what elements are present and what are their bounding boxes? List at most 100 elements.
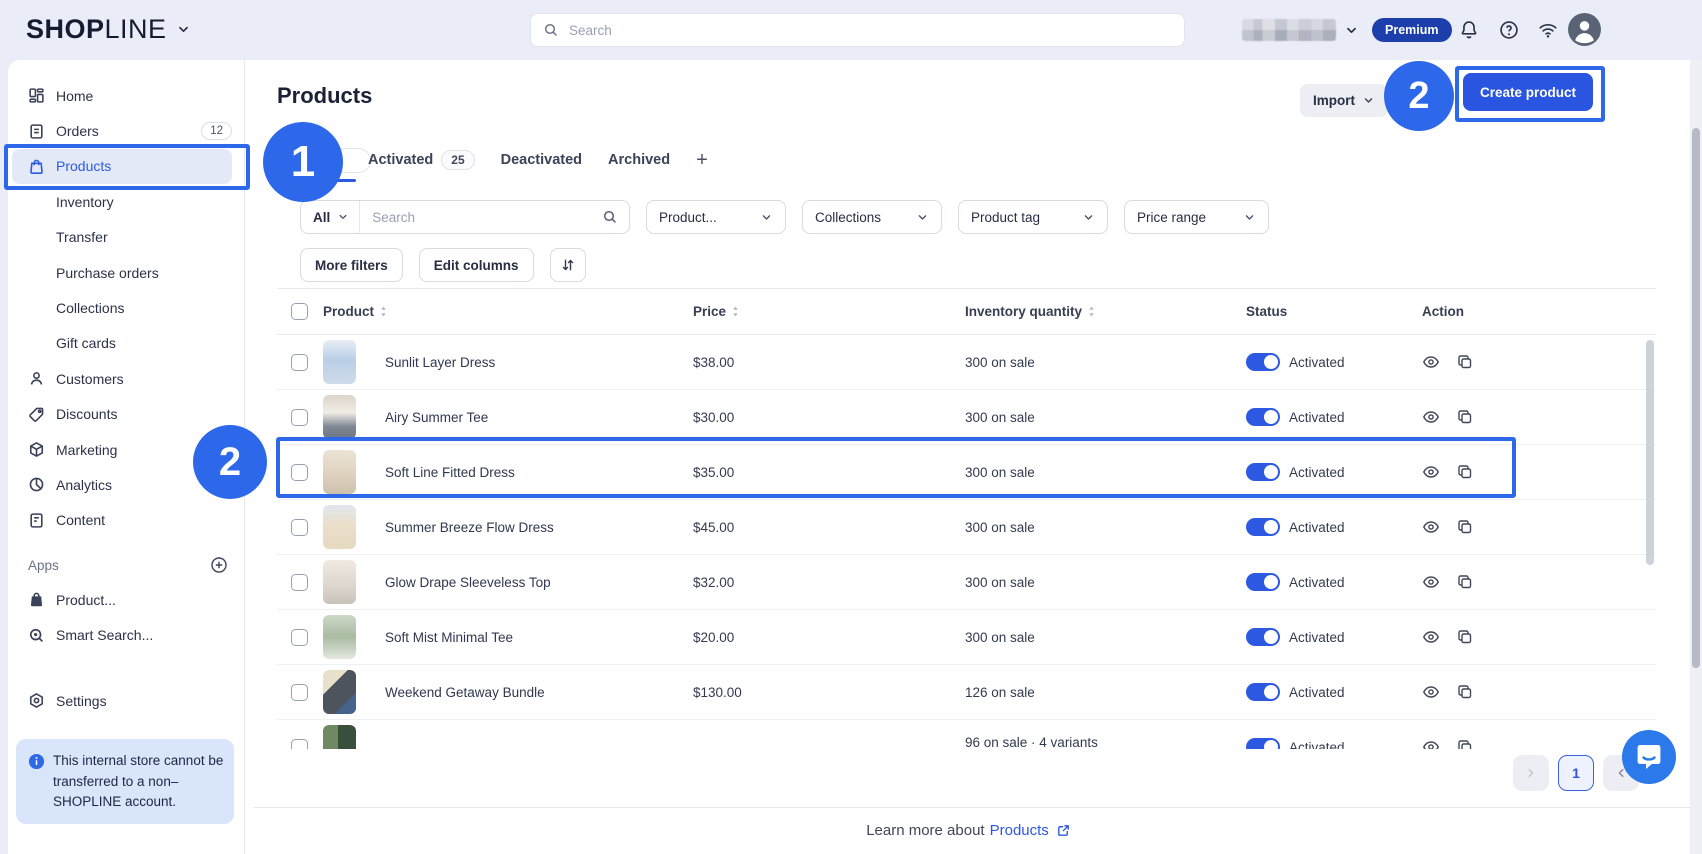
preview-eye-icon[interactable] (1422, 628, 1440, 646)
network-status-wifi-icon[interactable] (1537, 19, 1559, 41)
row-checkbox[interactable] (291, 464, 308, 481)
preview-eye-icon[interactable] (1422, 738, 1440, 749)
page-scrollbar-thumb[interactable] (1692, 128, 1700, 668)
sidebar-item-marketing[interactable]: Marketing (8, 432, 244, 467)
duplicate-copy-icon[interactable] (1456, 353, 1474, 371)
table-scrollbar-thumb[interactable] (1646, 340, 1654, 565)
table-row[interactable]: Soft Mist Minimal Tee$20.00300 on saleAc… (277, 610, 1656, 665)
row-checkbox[interactable] (291, 354, 308, 371)
status-toggle[interactable] (1246, 408, 1280, 426)
row-checkbox[interactable] (291, 684, 308, 701)
notifications-bell-icon[interactable] (1458, 19, 1480, 41)
tab-deactivated[interactable]: Deactivated (501, 152, 582, 168)
duplicate-copy-icon[interactable] (1456, 518, 1474, 536)
import-button[interactable]: Import (1300, 84, 1388, 117)
status-label: Activated (1289, 520, 1345, 535)
status-toggle[interactable] (1246, 353, 1280, 371)
store-chevron-down-icon[interactable] (1344, 23, 1359, 38)
duplicate-copy-icon[interactable] (1456, 738, 1474, 749)
page-scrollbar-track[interactable] (1690, 60, 1702, 854)
sidebar-item-smart-search-app[interactable]: Smart Search... (8, 617, 244, 652)
table-row[interactable]: Airy Summer Tee$30.00300 on saleActivate… (277, 390, 1656, 445)
page-title: Products (277, 83, 372, 109)
duplicate-copy-icon[interactable] (1456, 628, 1474, 646)
table-row[interactable]: Summer Comfort Bundle$50.0096 on sale · … (277, 720, 1656, 749)
row-checkbox[interactable] (291, 629, 308, 646)
duplicate-copy-icon[interactable] (1456, 683, 1474, 701)
sort-button[interactable] (550, 248, 586, 282)
filter-dropdown-collections[interactable]: Collections (802, 200, 942, 234)
sidebar-item-product-app[interactable]: Product... (8, 582, 244, 617)
column-header-label: Inventory quantity (965, 304, 1082, 319)
more-filters-button[interactable]: More filters (300, 248, 403, 282)
search-icon[interactable] (602, 209, 618, 225)
sidebar-item-gift-cards[interactable]: Gift cards (8, 326, 244, 361)
table-row[interactable]: Soft Line Fitted Dress$35.00300 on saleA… (277, 445, 1656, 500)
tab-archived[interactable]: Archived (608, 152, 670, 168)
add-tab-button[interactable]: + (696, 149, 708, 172)
pagination-prev-button[interactable] (1513, 755, 1549, 791)
logo-chevron-down-icon[interactable] (176, 22, 191, 37)
preview-eye-icon[interactable] (1422, 573, 1440, 591)
status-toggle[interactable] (1246, 628, 1280, 646)
preview-eye-icon[interactable] (1422, 683, 1440, 701)
preview-eye-icon[interactable] (1422, 408, 1440, 426)
column-header-inventory-quantity[interactable]: Inventory quantity (965, 304, 1246, 319)
status-toggle[interactable] (1246, 518, 1280, 536)
preview-eye-icon[interactable] (1422, 463, 1440, 481)
global-search-input[interactable] (567, 22, 1172, 39)
live-chat-bubble[interactable] (1622, 730, 1676, 784)
add-app-plus-icon[interactable] (210, 556, 228, 574)
column-header-label: Product (323, 304, 374, 319)
sidebar-item-collections[interactable]: Collections (8, 290, 244, 325)
filter-dropdown-product[interactable]: Product... (646, 200, 786, 234)
table-row[interactable]: Sunlit Layer Dress$38.00300 on saleActiv… (277, 335, 1656, 390)
status-toggle[interactable] (1246, 573, 1280, 591)
column-header-price[interactable]: Price (693, 304, 965, 319)
products-table: ProductPriceInventory quantityStatusActi… (277, 288, 1656, 749)
sidebar-item-settings[interactable]: Settings (8, 683, 244, 718)
create-product-button[interactable]: Create product (1463, 73, 1593, 111)
external-link-icon[interactable] (1056, 823, 1071, 838)
preview-eye-icon[interactable] (1422, 518, 1440, 536)
pagination-page-1-button[interactable]: 1 (1558, 755, 1594, 791)
search-scope-dropdown[interactable]: All (301, 201, 360, 233)
sidebar-item-purchase-orders[interactable]: Purchase orders (8, 255, 244, 290)
learn-more-products-link[interactable]: Products (990, 822, 1049, 839)
help-icon[interactable] (1498, 19, 1520, 41)
account-avatar[interactable] (1568, 13, 1601, 46)
select-all-checkbox[interactable] (291, 303, 308, 320)
product-search-input[interactable] (360, 210, 602, 225)
sidebar-item-analytics[interactable]: Analytics (8, 467, 244, 502)
global-search[interactable] (530, 13, 1185, 47)
sidebar-item-inventory[interactable]: Inventory (8, 184, 244, 219)
status-toggle[interactable] (1246, 463, 1280, 481)
store-name-redacted[interactable] (1242, 19, 1336, 41)
column-header-product[interactable]: Product (323, 304, 693, 319)
filter-dropdown-price-range[interactable]: Price range (1124, 200, 1269, 234)
shopline-logo[interactable]: SHOPLINE (26, 14, 191, 45)
sidebar-item-content[interactable]: Content (8, 503, 244, 538)
table-row[interactable]: Summer Breeze Flow Dress$45.00300 on sal… (277, 500, 1656, 555)
edit-columns-button[interactable]: Edit columns (419, 248, 534, 282)
sidebar-item-customers[interactable]: Customers (8, 361, 244, 396)
duplicate-copy-icon[interactable] (1456, 463, 1474, 481)
filter-dropdown-product-tag[interactable]: Product tag (958, 200, 1108, 234)
row-checkbox[interactable] (291, 519, 308, 536)
sidebar-item-transfer[interactable]: Transfer (8, 220, 244, 255)
row-checkbox[interactable] (291, 574, 308, 591)
status-toggle[interactable] (1246, 683, 1280, 701)
sidebar-item-orders[interactable]: Orders12 (8, 113, 244, 148)
row-checkbox[interactable] (291, 409, 308, 426)
table-row[interactable]: Weekend Getaway Bundle$130.00126 on sale… (277, 665, 1656, 720)
preview-eye-icon[interactable] (1422, 353, 1440, 371)
sidebar-item-products[interactable]: Products (12, 149, 232, 184)
status-toggle[interactable] (1246, 738, 1280, 749)
duplicate-copy-icon[interactable] (1456, 408, 1474, 426)
sidebar-item-discounts[interactable]: Discounts (8, 397, 244, 432)
tab-activated[interactable]: Activated25 (368, 150, 475, 170)
duplicate-copy-icon[interactable] (1456, 573, 1474, 591)
row-checkbox[interactable] (291, 739, 308, 750)
table-row[interactable]: Glow Drape Sleeveless Top$32.00300 on sa… (277, 555, 1656, 610)
sidebar-item-home[interactable]: Home (8, 78, 244, 113)
